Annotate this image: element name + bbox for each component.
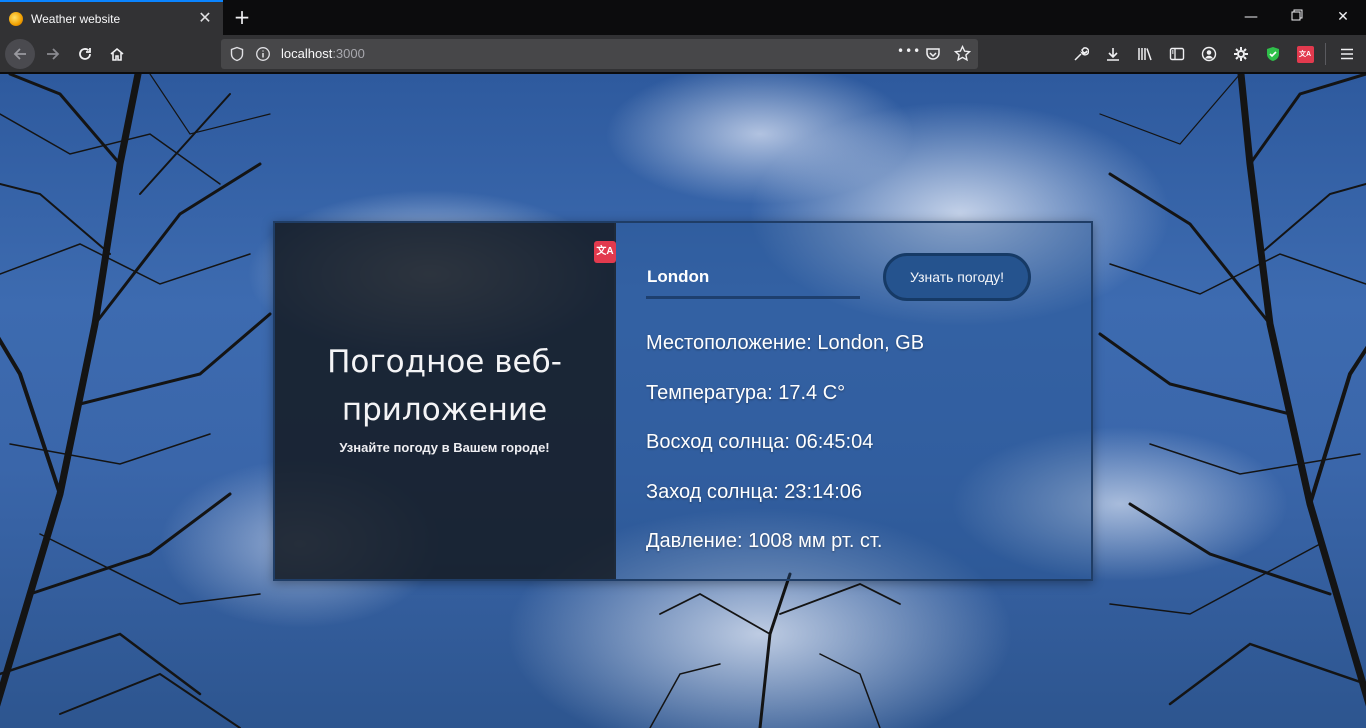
minimize-window-button[interactable]: — [1228, 0, 1274, 34]
app-subtitle: Узнайте погоду в Вашем городе! [339, 439, 550, 455]
url-text[interactable]: localhost:3000 [281, 46, 365, 61]
sunrise-line: Восход солнца: 06:45:04 [646, 431, 874, 453]
sunset-line: Заход солнца: 23:14:06 [646, 480, 863, 503]
sidebar-icon[interactable] [1162, 39, 1192, 69]
info-icon[interactable] [255, 46, 271, 62]
arrow-right-icon [47, 48, 60, 60]
home-button[interactable] [102, 39, 132, 69]
account-icon[interactable] [1194, 39, 1224, 69]
forward-button[interactable] [38, 39, 68, 69]
pressure-line: Давление: 1008 мм рт. ст. [646, 530, 883, 552]
library-icon[interactable] [1130, 39, 1160, 69]
bookmark-star-icon[interactable] [954, 45, 971, 62]
translate-icon[interactable]: 文A [594, 241, 616, 263]
shield-icon[interactable] [229, 46, 245, 62]
translate-extension-badge: 文A [1296, 45, 1314, 63]
close-window-button[interactable]: ✕ [1320, 0, 1366, 34]
tab-strip: Weather website ✕ + — ✕ [0, 0, 1366, 35]
home-icon [110, 47, 124, 61]
url-host: localhost [281, 46, 333, 61]
page-viewport: Погодное веб-приложение Узнайте погоду в… [0, 74, 1366, 728]
close-tab-icon[interactable]: ✕ [195, 8, 215, 28]
new-tab-button[interactable]: + [229, 4, 255, 30]
tab-title: Weather website [31, 11, 121, 26]
sun-favicon-icon [9, 11, 23, 26]
back-button[interactable] [5, 39, 35, 69]
app-title: Погодное веб-приложение [327, 343, 562, 428]
adblock-shield-icon[interactable] [1258, 39, 1288, 69]
wrench-icon[interactable] [1066, 39, 1096, 69]
arrow-left-icon [13, 48, 26, 60]
weather-card: Погодное веб-приложение Узнайте погоду в… [273, 221, 1093, 581]
navigation-toolbar: localhost:3000 ••• 文A [0, 35, 1366, 73]
download-icon[interactable] [1098, 39, 1128, 69]
get-weather-button[interactable]: Узнать погоду! [883, 253, 1031, 301]
browser-tab[interactable]: Weather website ✕ [0, 0, 223, 35]
page-actions-icon[interactable]: ••• [897, 44, 921, 58]
address-bar[interactable]: localhost:3000 ••• [221, 39, 978, 69]
weather-info: Местоположение: London, GB Температура: … [646, 328, 924, 576]
url-port: :3000 [332, 46, 365, 61]
restore-window-button[interactable] [1274, 0, 1320, 34]
reload-icon [79, 48, 91, 60]
reload-button[interactable] [70, 39, 100, 69]
toolbar-divider [1325, 43, 1326, 65]
location-line: Местоположение: London, GB [646, 332, 925, 354]
intro-panel: Погодное веб-приложение Узнайте погоду в… [275, 223, 616, 579]
gear-icon[interactable] [1226, 39, 1256, 69]
translate-extension-icon[interactable]: 文A [1290, 39, 1320, 69]
temperature-line: Температура: 17.4 C° [646, 381, 846, 404]
weather-panel: Узнать погоду! Местоположение: London, G… [616, 223, 1091, 579]
restore-icon [1291, 9, 1303, 21]
menu-icon[interactable] [1332, 39, 1362, 69]
city-input[interactable] [646, 261, 860, 299]
pocket-icon[interactable] [925, 46, 941, 62]
